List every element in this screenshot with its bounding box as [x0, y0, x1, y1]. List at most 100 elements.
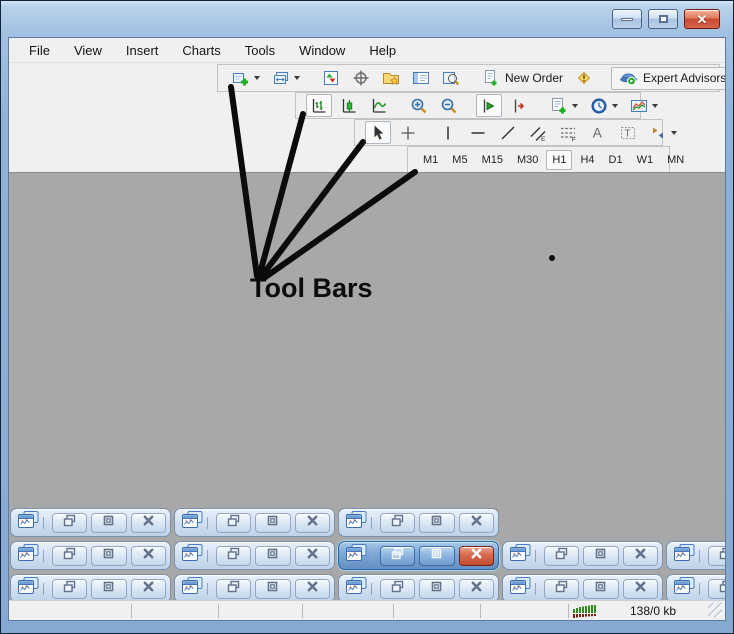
menu-item-view[interactable]: View	[62, 39, 114, 62]
menu-item-charts[interactable]: Charts	[170, 39, 232, 62]
zoom-in-button[interactable]	[406, 94, 432, 117]
close-button[interactable]	[295, 513, 330, 533]
timeframe-h1[interactable]: H1	[546, 150, 572, 170]
timeframe-m15[interactable]: M15	[476, 150, 509, 170]
maximize-button[interactable]	[583, 579, 618, 599]
maximize-button[interactable]	[419, 579, 454, 599]
minimized-chart-window[interactable]	[174, 541, 335, 570]
candlestick-chart-button[interactable]	[336, 94, 362, 117]
chart-profiles-button[interactable]	[268, 67, 304, 90]
maximize-button[interactable]	[255, 546, 290, 566]
close-button[interactable]	[623, 579, 658, 599]
restore-button[interactable]	[52, 513, 87, 533]
restore-button[interactable]	[380, 579, 415, 599]
restore-button[interactable]	[52, 579, 87, 599]
zoom-out-button[interactable]	[436, 94, 462, 117]
close-button[interactable]	[459, 546, 494, 566]
menu-item-tools[interactable]: Tools	[233, 39, 287, 62]
restore-button[interactable]	[216, 579, 251, 599]
close-button[interactable]	[295, 546, 330, 566]
maximize-button[interactable]	[419, 513, 454, 533]
timeframe-w1[interactable]: W1	[631, 150, 660, 170]
restore-button[interactable]	[708, 579, 726, 599]
indicators-button[interactable]	[546, 94, 582, 117]
menu-item-insert[interactable]: Insert	[114, 39, 171, 62]
minimized-chart-window[interactable]	[338, 574, 499, 603]
close-button[interactable]	[623, 546, 658, 566]
text-label-button[interactable]: T	[615, 121, 641, 144]
window-resize-grip[interactable]	[708, 603, 722, 617]
dropdown-arrow-icon[interactable]	[294, 76, 300, 80]
minimized-chart-window[interactable]	[502, 541, 663, 570]
timeframe-mn[interactable]: MN	[661, 150, 690, 170]
timeframe-m5[interactable]: M5	[446, 150, 473, 170]
maximize-button[interactable]	[91, 579, 126, 599]
minimized-chart-window[interactable]	[174, 574, 335, 603]
minimized-chart-window[interactable]	[502, 574, 663, 603]
new-chart-button[interactable]	[228, 67, 264, 90]
new-order-button[interactable]: New Order	[478, 67, 567, 90]
dropdown-arrow-icon[interactable]	[671, 131, 677, 135]
menu-item-help[interactable]: Help	[357, 39, 408, 62]
auto-scroll-button[interactable]	[476, 94, 502, 117]
minimized-chart-window[interactable]	[10, 508, 171, 537]
maximize-button[interactable]	[255, 513, 290, 533]
close-button[interactable]	[131, 513, 166, 533]
cursor-button[interactable]	[365, 121, 391, 144]
maximize-button[interactable]	[583, 546, 618, 566]
vertical-line-button[interactable]	[435, 121, 461, 144]
restore-button[interactable]	[380, 513, 415, 533]
alert-button[interactable]	[571, 67, 597, 90]
strategy-tester-button[interactable]	[438, 67, 464, 90]
menu-item-file[interactable]: File	[17, 39, 62, 62]
fibonacci-button[interactable]: F	[555, 121, 581, 144]
dropdown-arrow-icon[interactable]	[572, 104, 578, 108]
close-button[interactable]	[459, 579, 494, 599]
timeframe-d1[interactable]: D1	[603, 150, 629, 170]
arrows-button[interactable]	[645, 121, 681, 144]
periods-button[interactable]	[586, 94, 622, 117]
maximize-button[interactable]	[255, 579, 290, 599]
restore-button[interactable]	[216, 513, 251, 533]
close-button[interactable]	[131, 546, 166, 566]
restore-button[interactable]	[52, 546, 87, 566]
minimized-chart-window[interactable]	[666, 541, 726, 570]
restore-button[interactable]	[544, 579, 579, 599]
maximize-button[interactable]	[419, 546, 454, 566]
chart-shift-button[interactable]	[506, 94, 532, 117]
minimized-chart-window[interactable]	[174, 508, 335, 537]
expert-advisors-button[interactable]: Expert Advisors	[611, 67, 726, 90]
restore-button[interactable]	[380, 546, 415, 566]
timeframe-m1[interactable]: M1	[417, 150, 444, 170]
trendline-button[interactable]	[495, 121, 521, 144]
maximize-button[interactable]	[91, 513, 126, 533]
maximize-button[interactable]	[648, 9, 678, 29]
templates-button[interactable]	[626, 94, 662, 117]
dropdown-arrow-icon[interactable]	[254, 76, 260, 80]
line-chart-button[interactable]	[366, 94, 392, 117]
title-bar[interactable]: ✕	[1, 1, 733, 37]
menu-item-window[interactable]: Window	[287, 39, 357, 62]
close-button[interactable]	[459, 513, 494, 533]
navigator-button[interactable]	[378, 67, 404, 90]
close-button[interactable]: ✕	[684, 9, 720, 29]
close-button[interactable]	[131, 579, 166, 599]
horizontal-line-button[interactable]	[465, 121, 491, 144]
minimized-chart-window[interactable]	[10, 541, 171, 570]
restore-button[interactable]	[544, 546, 579, 566]
crosshair-button[interactable]	[395, 121, 421, 144]
text-button[interactable]: A	[585, 121, 611, 144]
timeframe-m30[interactable]: M30	[511, 150, 544, 170]
dropdown-arrow-icon[interactable]	[652, 104, 658, 108]
dropdown-arrow-icon[interactable]	[612, 104, 618, 108]
restore-button[interactable]	[216, 546, 251, 566]
restore-button[interactable]	[708, 546, 726, 566]
equidistant-channel-button[interactable]: E	[525, 121, 551, 144]
market-watch-button[interactable]	[318, 67, 344, 90]
minimize-button[interactable]	[612, 9, 642, 29]
timeframe-h4[interactable]: H4	[574, 150, 600, 170]
minimized-chart-window[interactable]	[666, 574, 726, 603]
minimized-chart-window[interactable]	[338, 541, 499, 570]
data-window-button[interactable]	[348, 67, 374, 90]
maximize-button[interactable]	[91, 546, 126, 566]
